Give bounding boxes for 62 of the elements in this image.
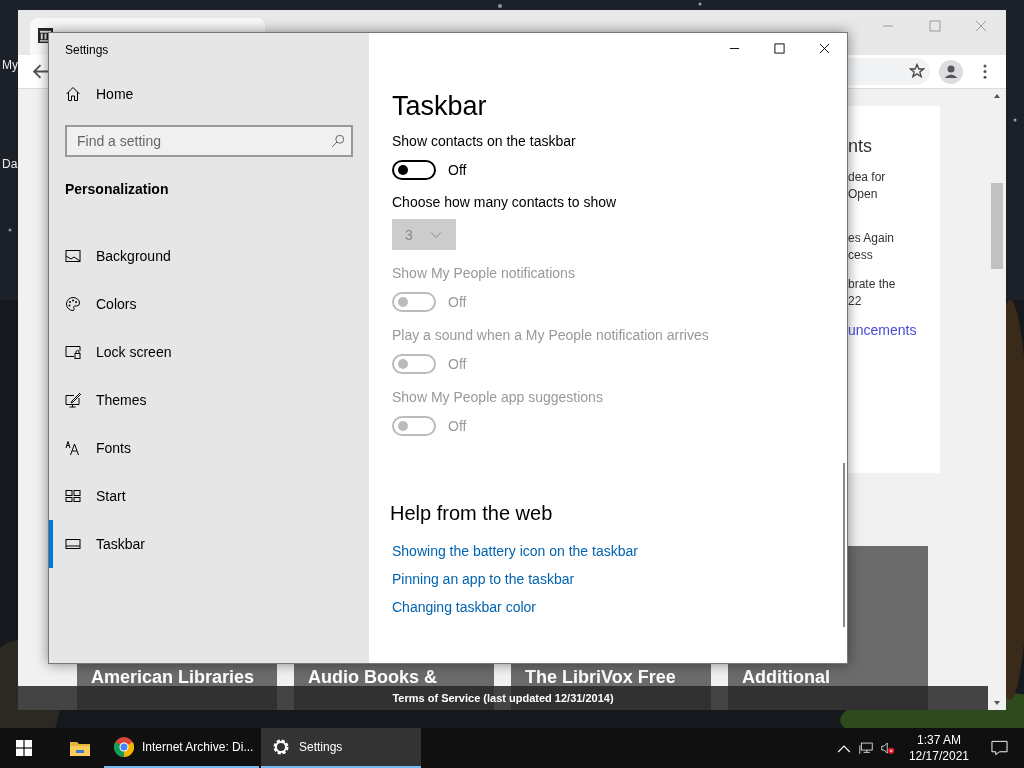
sidebar-item[interactable]: Start [49,472,369,520]
home-icon [65,86,81,102]
desktop-icon-label[interactable]: My [2,58,18,72]
profile-icon[interactable] [939,60,963,84]
tile-title: Audio Books & [308,667,438,687]
chevron-down-icon [430,230,442,239]
landscape-icon [65,248,81,264]
toggle-state: Off [448,418,467,434]
toggle-switch[interactable] [392,160,436,180]
muted-speaker-icon[interactable] [880,741,895,755]
sidebar-item[interactable]: Background [49,232,369,280]
search-field[interactable]: Find a setting [65,125,353,157]
sidebar-item[interactable]: Themes [49,376,369,424]
sidebar-item[interactable]: Fonts [49,424,369,472]
home-nav-item[interactable]: Home [65,83,369,105]
tile-title: Additional [742,667,831,687]
sidebar-item[interactable]: Colors [49,280,369,328]
toggle-state: Off [448,294,467,310]
window-title: Settings [65,43,110,57]
help-link[interactable]: Changing taskbar color [392,599,847,615]
windows-start-icon[interactable] [16,740,32,756]
tile-title: The LibriVox Free [525,667,677,687]
sidebar-item[interactable]: Lock screen [49,328,369,376]
scroll-thumb[interactable] [991,183,1003,269]
section-heading: Personalization [65,181,170,197]
terms-link[interactable]: Terms of Service (last updated 12/31/2014) [392,692,614,704]
tiles-icon [65,488,81,504]
setting-label: Show contacts on the taskbar [392,133,576,149]
taskbar-button[interactable]: Settings [261,728,421,768]
palette-icon [65,296,81,312]
news-item[interactable]: brate the 22 [848,276,940,310]
lock-screen-icon [65,344,81,360]
chrome-icon [114,737,134,757]
clock[interactable]: 1:37 AM 12/17/2021 [908,732,969,764]
toggle-state: Off [448,356,467,372]
scroll-up-icon[interactable] [993,92,1001,100]
card-heading: nts [848,136,873,157]
star-icon[interactable] [909,63,925,79]
taskbar-icon [65,536,81,552]
notification-icon[interactable] [991,740,1008,756]
news-item[interactable]: dea for Open [848,169,940,203]
help-link[interactable]: Showing the battery icon on the taskbar [392,543,847,559]
network-icon[interactable] [858,741,873,755]
setting-label: Show My People notifications [392,265,575,281]
brush-monitor-icon [65,392,81,408]
section-heading: Help from the web [390,502,554,525]
font-icon [65,440,81,456]
menu-icon[interactable] [983,64,987,79]
desktop-icon-label[interactable]: Da [2,157,18,171]
setting-label: Choose how many contacts to show [392,194,617,210]
announcements-link[interactable]: uncements [848,322,940,338]
news-item[interactable]: es Again cess [848,230,940,264]
help-link[interactable]: Pinning an app to the taskbar [392,571,847,587]
toggle-state: Off [448,162,467,178]
page-title: Taskbar [392,91,488,122]
gear-icon [271,737,291,757]
search-icon [331,134,345,148]
setting-label: Play a sound when a My People notification arrives [392,327,709,343]
tile-title: American Libraries [91,667,256,687]
back-arrow-icon[interactable] [32,63,49,80]
setting-label: Show My People app suggestions [392,389,603,405]
taskbar-button[interactable]: Internet Archive: Di... [104,728,259,768]
